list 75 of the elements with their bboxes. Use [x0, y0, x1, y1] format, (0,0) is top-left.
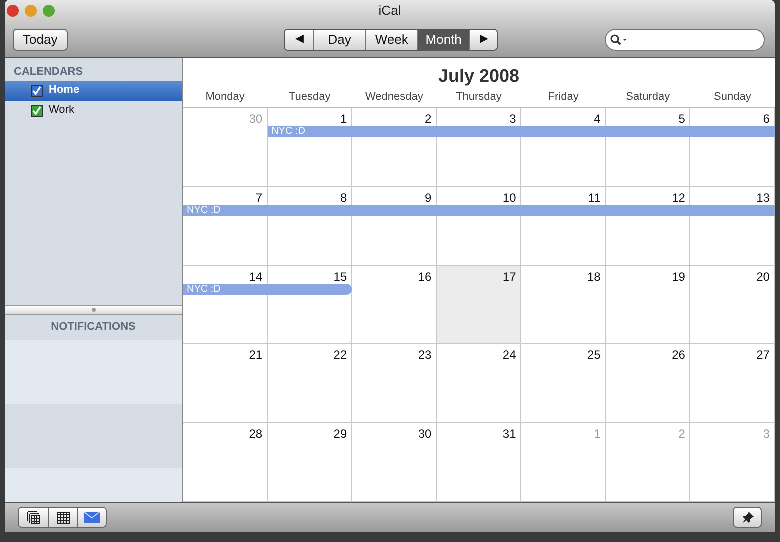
day-number: 15	[334, 270, 348, 286]
pin-button[interactable]	[733, 507, 762, 528]
view-tab[interactable]: Day	[314, 30, 366, 50]
day-number: 26	[672, 348, 686, 364]
today-button[interactable]: Today	[13, 28, 68, 50]
grid-icon	[56, 512, 70, 524]
day-number: 31	[502, 427, 516, 444]
day-number: 5	[678, 112, 686, 128]
calendar-item[interactable]: Work	[5, 100, 182, 120]
section-heading: NOTIFICATIONS	[51, 320, 136, 336]
day-number: 13	[756, 190, 770, 207]
day-number: 19	[672, 270, 686, 286]
weekday-label: Saturday	[625, 90, 672, 105]
day-number: 10	[502, 190, 516, 207]
weekday-label: Sunday	[713, 90, 752, 105]
calendar-item[interactable]: Home	[5, 80, 182, 100]
day-number: 28	[249, 427, 263, 444]
day-number: 12	[672, 190, 686, 207]
day-number: 16	[418, 270, 432, 286]
pushpin-icon	[740, 510, 754, 524]
day-number: 11	[588, 190, 601, 207]
view-tab[interactable]: Week	[366, 30, 418, 50]
search-field[interactable]	[605, 28, 765, 50]
envelope-icon	[84, 512, 100, 523]
view-tab[interactable]: Month	[418, 30, 470, 50]
day-number: 7	[256, 190, 263, 207]
checkbox[interactable]	[31, 84, 43, 96]
next-button[interactable]: ▶	[470, 30, 498, 50]
day-number: 23	[418, 348, 432, 364]
day-number: 22	[334, 348, 348, 364]
day-number: 27	[756, 348, 770, 364]
day-number: 4	[594, 112, 601, 128]
weekday-label: Monday	[204, 90, 246, 105]
day-number: 18	[587, 270, 601, 286]
search-icon	[610, 34, 628, 46]
weekday-label: Thursday	[455, 90, 503, 105]
day-number: 6	[763, 112, 770, 128]
day-number: 29	[334, 427, 348, 444]
month-title: July 2008	[438, 65, 520, 87]
day-number: 1	[340, 112, 348, 128]
day-cell[interactable]: 29	[268, 423, 352, 501]
day-number: 9	[425, 190, 432, 207]
day-number: 25	[587, 348, 601, 364]
calendar-name: Home	[49, 83, 80, 98]
day-number: 2	[678, 427, 686, 444]
day-cell[interactable]: 31	[436, 423, 522, 501]
day-cell[interactable]: 17	[436, 266, 522, 344]
day-number: 2	[425, 112, 432, 128]
day-number: 14	[249, 270, 263, 286]
view-toggle-button[interactable]	[48, 508, 77, 527]
day-number: 1	[594, 427, 601, 444]
calendar-name: Work	[49, 103, 74, 118]
view-toggle-button[interactable]	[19, 508, 48, 527]
day-number: 20	[756, 270, 770, 286]
day-cell[interactable]: 24	[436, 344, 522, 422]
stacked-calendars-icon	[26, 510, 40, 524]
day-cell[interactable]: 22	[268, 344, 352, 422]
previous-button[interactable]: ◀	[285, 30, 314, 50]
close-button[interactable]	[7, 5, 19, 17]
day-number: 30	[249, 112, 263, 128]
day-number: 8	[340, 190, 348, 207]
section-heading: CALENDARS	[13, 65, 84, 80]
day-number: 21	[249, 348, 263, 364]
day-number: 30	[418, 427, 432, 444]
weekday-label: Wednesday	[364, 90, 424, 105]
weekday-label: Friday	[547, 90, 580, 105]
day-number: 3	[763, 427, 770, 444]
checkbox[interactable]	[31, 104, 43, 116]
view-toggle-button[interactable]	[77, 508, 106, 527]
day-number: 3	[510, 112, 516, 128]
splitter-handle[interactable]	[5, 305, 182, 315]
window-title: iCal	[378, 2, 402, 20]
day-number: 24	[502, 348, 516, 364]
weekday-label: Tuesday	[288, 90, 332, 105]
day-number: 17	[502, 270, 516, 286]
